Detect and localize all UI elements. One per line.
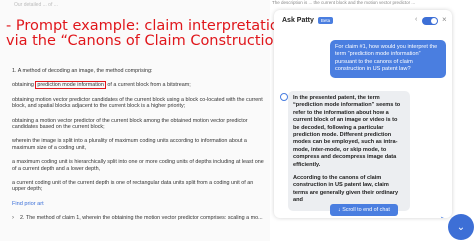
caption-line-1: - Prompt example: claim interpretation [6,18,288,34]
patent-claims-pane: Our detailed ... of ... - Prompt example… [0,0,290,241]
claim1-obtaining: obtaining prediction mode information of… [12,81,267,90]
close-icon[interactable]: × [442,15,447,24]
panel-title: Ask Patty [282,17,314,24]
faded-header-text: Our detailed ... of ... [14,2,58,8]
claim1-para-6: a maximum coding unit is hierarchically … [12,159,264,172]
panel-background-text: The description is ... the current block… [272,0,416,5]
chevron-right-icon[interactable]: › [12,215,14,221]
ask-patty-panel: Ask Patty Beta ‹ × For claim #1, how wou… [274,10,452,218]
toggle-switch-icon[interactable] [422,17,438,25]
claim2-row[interactable]: › 2. The method of claim 1, wherein the … [12,215,267,221]
bot-paragraph-2: According to the canons of claim constru… [293,175,399,204]
panel-header: Ask Patty Beta [282,17,334,24]
slide-caption: - Prompt example: claim interpretation v… [6,18,290,49]
chevron-left-icon[interactable]: ‹ [415,16,417,23]
highlighted-term: prediction mode information [35,81,106,90]
claim1-text-pre: obtaining [12,82,36,89]
bot-paragraph-1: In the presented patent, the term “predi… [293,95,401,168]
claim1-text-post: of a current block from a bitstream; [105,82,191,89]
find-prior-art-link[interactable]: Find prior art [12,201,267,207]
claims-text: 1. A method of decoding an image, the me… [12,68,267,222]
scroll-to-end-button[interactable]: ↓ Scroll to end of chat [330,204,398,216]
bot-avatar-icon [280,93,288,101]
claim1-intro: 1. A method of decoding an image, the me… [12,68,153,74]
user-message: For claim #1, how would you interpret th… [330,40,446,78]
caption-line-2: via the “Canons of Claim Construction” [6,33,290,49]
claim1-para-5: wherein the image is split into a plural… [12,138,247,151]
claim1-para-7: a current coding unit of the current dep… [12,180,254,193]
send-icon[interactable]: ➤ [440,215,446,218]
chat-fab-icon[interactable]: ⌄ [448,214,474,240]
claim1-para-4: obtaining a motion vector predictor of t… [12,117,248,131]
claim2-text: 2. The method of claim 1, wherein the ob… [20,215,263,222]
bot-message: In the presented patent, the term “predi… [288,91,410,211]
beta-badge: Beta [317,17,334,24]
claim1-para-3: obtaining motion vector predictor candid… [12,96,263,110]
